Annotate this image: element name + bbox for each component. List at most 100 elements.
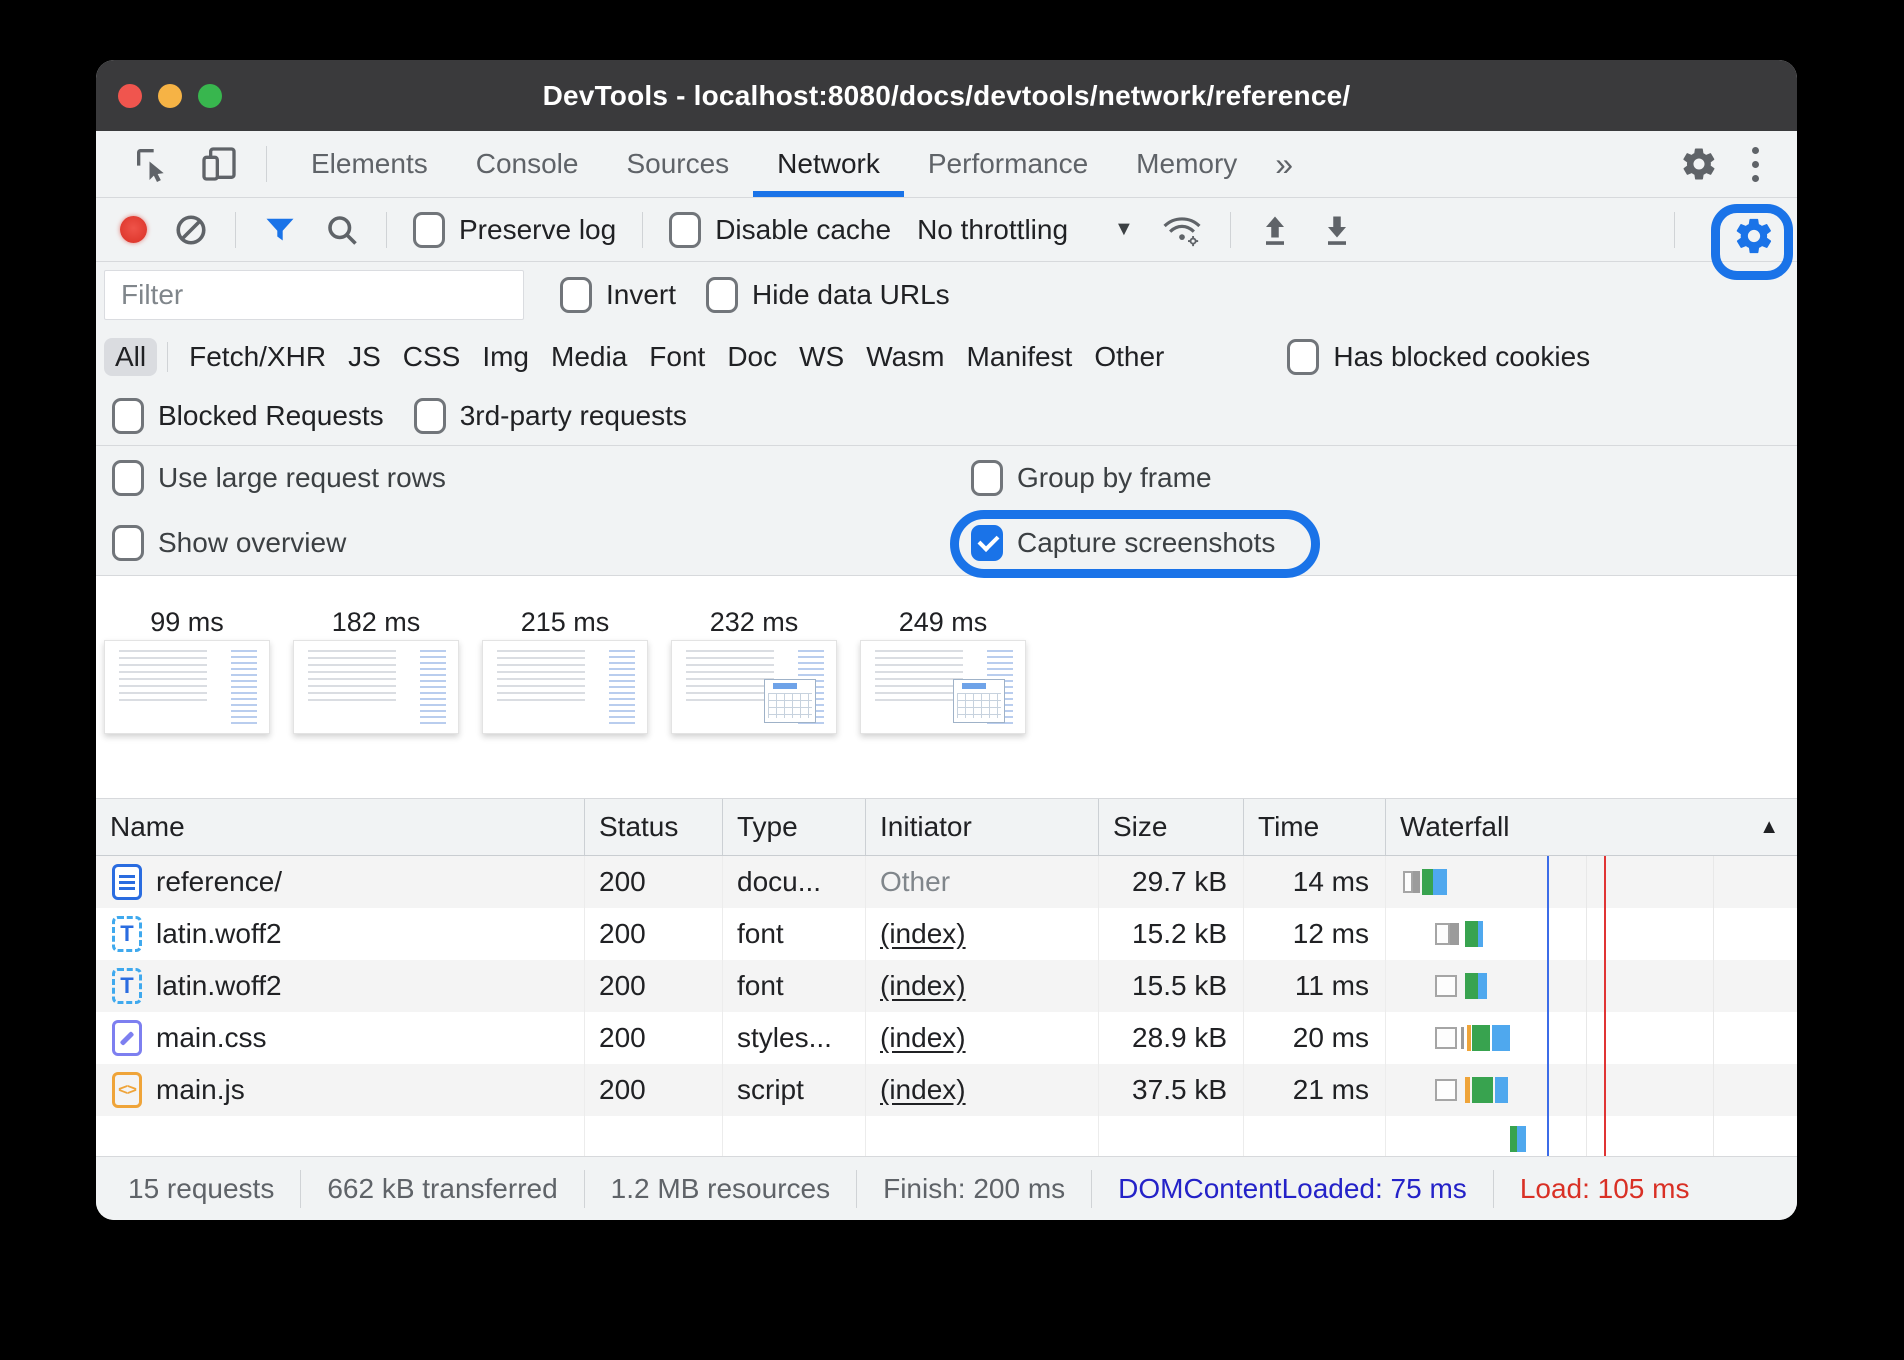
type-chip-manifest[interactable]: Manifest [956, 338, 1084, 376]
type-chip-doc[interactable]: Doc [716, 338, 788, 376]
network-settings-gear-icon[interactable] [1733, 215, 1775, 257]
use-large-request-rows-checkbox[interactable] [112, 460, 144, 496]
tab-performance[interactable]: Performance [904, 131, 1112, 197]
type-chip-css[interactable]: CSS [392, 338, 472, 376]
invert-label[interactable]: Invert [606, 279, 676, 311]
clear-network-log-icon[interactable] [173, 212, 209, 248]
blocked-requests-checkbox[interactable] [112, 398, 144, 434]
show-overview-checkbox[interactable] [112, 525, 144, 561]
frame-thumbnail[interactable] [104, 640, 270, 734]
type-chip-img[interactable]: Img [471, 338, 540, 376]
invert-checkbox[interactable] [560, 277, 592, 313]
capture-screenshots-label[interactable]: Capture screenshots [1017, 527, 1275, 559]
waterfall-waiting-bar [1435, 923, 1450, 945]
initiator-link[interactable]: (index) [880, 918, 966, 950]
column-header-name[interactable]: Name [96, 799, 585, 855]
column-header-size[interactable]: Size [1099, 799, 1244, 855]
inspect-element-icon[interactable] [132, 144, 172, 184]
frame-thumbnail[interactable] [482, 640, 648, 734]
type-chip-media[interactable]: Media [540, 338, 638, 376]
capture-screenshots-checkbox[interactable] [971, 525, 1003, 561]
frame-thumbnail[interactable] [671, 640, 837, 734]
use-large-request-rows-label[interactable]: Use large request rows [158, 462, 446, 494]
request-row-reference[interactable]: reference/ 200 docu... Other 29.7 kB 14 … [96, 856, 1797, 908]
initiator-link[interactable]: (index) [880, 1022, 966, 1054]
type-chip-ws[interactable]: WS [788, 338, 855, 376]
filter-funnel-icon[interactable] [262, 212, 298, 248]
third-party-requests-label[interactable]: 3rd-party requests [460, 400, 687, 432]
filmstrip-frame: 182 ms [293, 604, 459, 798]
column-header-waterfall[interactable]: Waterfall ▲ [1386, 799, 1797, 855]
initiator-link[interactable]: (index) [880, 1074, 966, 1106]
filter-input[interactable] [104, 270, 524, 320]
record-network-log-button[interactable] [120, 216, 147, 243]
waterfall-initial-connection-bar [1465, 1077, 1470, 1103]
blocked-requests-label[interactable]: Blocked Requests [158, 400, 384, 432]
group-by-frame-checkbox[interactable] [971, 460, 1003, 496]
frame-timestamp: 232 ms [710, 604, 799, 640]
devtools-settings-gear-icon[interactable] [1680, 145, 1718, 183]
waterfall-ttfb-bar [1510, 1126, 1517, 1152]
group-by-frame-label[interactable]: Group by frame [1017, 462, 1212, 494]
transferred-size: 662 kB transferred [300, 1170, 583, 1208]
type-chip-other[interactable]: Other [1083, 338, 1175, 376]
hide-data-urls-checkbox[interactable] [706, 277, 738, 313]
divider [386, 212, 387, 248]
request-type: styles... [723, 1012, 866, 1064]
disable-cache-label[interactable]: Disable cache [715, 214, 891, 246]
more-tabs-icon[interactable]: » [1261, 131, 1307, 197]
request-row-partial[interactable] [96, 1116, 1797, 1156]
initiator-link[interactable]: (index) [880, 970, 966, 1002]
hide-data-urls-label[interactable]: Hide data URLs [752, 279, 950, 311]
export-har-download-icon[interactable] [1319, 212, 1355, 248]
type-chip-all[interactable]: All [104, 338, 157, 376]
screenshot-filmstrip: 99 ms 182 ms 215 ms 232 ms 249 ms [96, 576, 1797, 798]
close-window-button[interactable] [118, 84, 142, 108]
third-party-requests-control: 3rd-party requests [414, 398, 687, 434]
column-header-initiator[interactable]: Initiator [866, 799, 1099, 855]
tab-console[interactable]: Console [452, 131, 603, 197]
request-row-latin-woff2-2[interactable]: T latin.woff2 200 font (index) 15.5 kB 1… [96, 960, 1797, 1012]
device-toolbar-icon[interactable] [198, 144, 240, 184]
type-chip-wasm[interactable]: Wasm [855, 338, 955, 376]
window-title: DevTools - localhost:8080/docs/devtools/… [96, 80, 1797, 112]
type-chip-fetch-xhr[interactable]: Fetch/XHR [178, 338, 337, 376]
tab-sources[interactable]: Sources [602, 131, 753, 197]
column-header-status[interactable]: Status [585, 799, 723, 855]
requests-table-body: reference/ 200 docu... Other 29.7 kB 14 … [96, 856, 1797, 1156]
disable-cache-checkbox[interactable] [669, 212, 701, 248]
has-blocked-cookies-label[interactable]: Has blocked cookies [1333, 341, 1590, 373]
request-time: 20 ms [1244, 1012, 1386, 1064]
throttling-select[interactable]: No throttling ▼ [917, 214, 1134, 246]
request-row-latin-woff2-1[interactable]: T latin.woff2 200 font (index) 15.2 kB 1… [96, 908, 1797, 960]
zoom-window-button[interactable] [198, 84, 222, 108]
import-har-upload-icon[interactable] [1257, 212, 1293, 248]
third-party-requests-checkbox[interactable] [414, 398, 446, 434]
preserve-log-label[interactable]: Preserve log [459, 214, 616, 246]
tab-memory[interactable]: Memory [1112, 131, 1261, 197]
network-conditions-wifi-icon[interactable] [1160, 211, 1204, 249]
preserve-log-checkbox[interactable] [413, 212, 445, 248]
request-row-main-js[interactable]: <> main.js 200 script (index) 37.5 kB 21… [96, 1064, 1797, 1116]
request-row-main-css[interactable]: main.css 200 styles... (index) 28.9 kB 2… [96, 1012, 1797, 1064]
frame-timestamp: 99 ms [150, 604, 224, 640]
type-chip-js[interactable]: JS [337, 338, 392, 376]
invert-control: Invert [560, 277, 676, 313]
request-time: 14 ms [1244, 856, 1386, 908]
kebab-menu-icon[interactable] [1748, 143, 1763, 186]
column-header-type[interactable]: Type [723, 799, 866, 855]
minimize-window-button[interactable] [158, 84, 182, 108]
column-header-time[interactable]: Time [1244, 799, 1386, 855]
request-size: 37.5 kB [1099, 1064, 1244, 1116]
tab-network[interactable]: Network [753, 131, 904, 197]
frame-thumbnail[interactable] [293, 640, 459, 734]
waterfall-cell [1386, 1012, 1797, 1064]
has-blocked-cookies-checkbox[interactable] [1287, 339, 1319, 375]
show-overview-label[interactable]: Show overview [158, 527, 346, 559]
search-icon[interactable] [324, 212, 360, 248]
waterfall-waiting-bar [1435, 1079, 1457, 1101]
frame-thumbnail[interactable] [860, 640, 1026, 734]
waterfall-waiting-bar [1435, 975, 1457, 997]
tab-elements[interactable]: Elements [287, 131, 452, 197]
type-chip-font[interactable]: Font [638, 338, 716, 376]
